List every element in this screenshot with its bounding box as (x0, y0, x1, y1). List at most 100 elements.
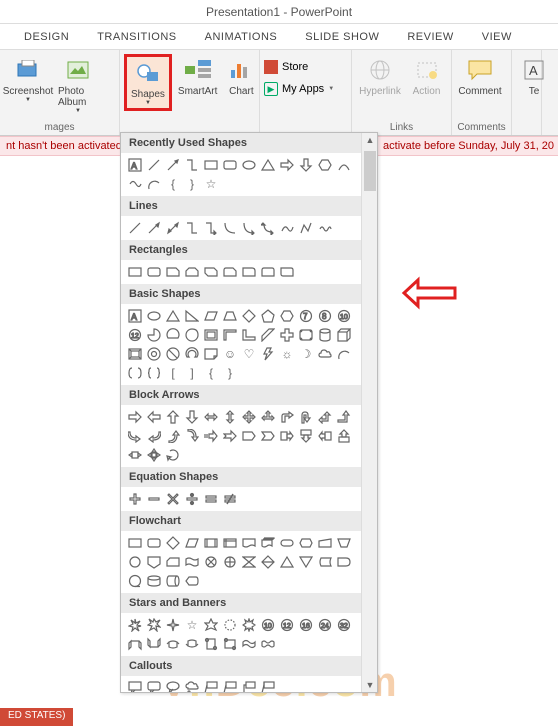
shape-right-triangle[interactable] (184, 308, 200, 324)
chart-button[interactable]: Chart (223, 54, 259, 99)
hyperlink-button[interactable]: Hyperlink (356, 54, 404, 99)
shape-rectangle[interactable] (203, 157, 219, 173)
photo-album-button[interactable]: Photo Album ▼ (54, 54, 102, 116)
shape-ribbon-down[interactable] (146, 636, 162, 652)
scroll-down-arrow-icon[interactable]: ▼ (364, 678, 376, 692)
tab-review[interactable]: REVIEW (393, 31, 467, 43)
shape-octagon[interactable]: 8 (317, 308, 333, 324)
shape-left-brace[interactable]: { (203, 365, 219, 381)
textbox-button[interactable]: A Te (516, 54, 552, 99)
shape-snip2-rect[interactable] (184, 264, 200, 280)
shape-star7[interactable] (222, 617, 238, 633)
shape-right-bracket[interactable]: ] (184, 365, 200, 381)
shape-elbow-arrow[interactable] (203, 220, 219, 236)
shape-oval[interactable] (241, 157, 257, 173)
shape-rounded-rect[interactable] (222, 157, 238, 173)
shape-striped-arrow[interactable] (203, 428, 219, 444)
shape-card[interactable] (165, 554, 181, 570)
shape-bevel[interactable] (127, 346, 143, 362)
shape-star5[interactable]: ☆ (184, 617, 200, 633)
shape-scribble-curve[interactable] (279, 220, 295, 236)
shape-star8[interactable] (241, 617, 257, 633)
shape-left-arrow[interactable] (146, 409, 162, 425)
shape-predefined[interactable] (203, 535, 219, 551)
shape-cube[interactable] (336, 327, 352, 343)
shape-double-arrow[interactable] (165, 220, 181, 236)
shape-line[interactable] (127, 220, 143, 236)
shape-cloud[interactable] (317, 346, 333, 362)
shape-multiply[interactable] (165, 491, 181, 507)
tab-view[interactable]: VIEW (468, 31, 526, 43)
shape-curved-connector[interactable] (222, 220, 238, 236)
shape-left-bracket[interactable]: [ (165, 365, 181, 381)
shape-explosion1[interactable] (127, 617, 143, 633)
shape-trapezoid[interactable] (222, 308, 238, 324)
shape-sun[interactable]: ☼ (279, 346, 295, 362)
shape-textbox[interactable]: A (127, 308, 143, 324)
shape-divide[interactable] (184, 491, 200, 507)
shape-left-right-arrow[interactable] (203, 409, 219, 425)
shape-star4[interactable] (165, 617, 181, 633)
shape-left-right-up-arrow[interactable] (260, 409, 276, 425)
shape-diamond[interactable] (241, 308, 257, 324)
shape-triangle[interactable] (165, 308, 181, 324)
shape-quad-callout-arrow[interactable] (146, 447, 162, 463)
shape-freeform-line[interactable] (298, 220, 314, 236)
shape-pentagon[interactable] (260, 308, 276, 324)
shape-arrow-line[interactable] (165, 157, 181, 173)
shape-double-brace[interactable] (146, 365, 162, 381)
shape-curved-up-arrow[interactable] (165, 428, 181, 444)
shape-donut[interactable] (146, 346, 162, 362)
shape-vertical-scroll[interactable] (203, 636, 219, 652)
shape-seq-storage[interactable] (127, 573, 143, 589)
shape-double-bracket[interactable] (127, 365, 143, 381)
shape-wave[interactable] (241, 636, 257, 652)
shape-brace-right[interactable]: } (184, 176, 200, 192)
shape-notched-arrow[interactable] (222, 428, 238, 444)
shape-left-callout-arrow[interactable] (317, 428, 333, 444)
shape-curve[interactable] (336, 157, 352, 173)
shape-smiley[interactable]: ☺ (222, 346, 238, 362)
shape-punched-tape[interactable] (184, 554, 200, 570)
shape-callout-line3[interactable] (241, 680, 257, 692)
shape-callout-line1[interactable] (203, 680, 219, 692)
shape-round-single-rect[interactable] (241, 264, 257, 280)
shape-circular-arrow[interactable] (165, 447, 181, 463)
shape-terminator[interactable] (279, 535, 295, 551)
shape-down-arrow[interactable] (184, 409, 200, 425)
shape-curved-ribbon-down[interactable] (184, 636, 200, 652)
shape-pie[interactable] (146, 327, 162, 343)
shape-curved-double[interactable] (260, 220, 276, 236)
shape-plus[interactable] (127, 491, 143, 507)
shape-curved-arrow[interactable] (241, 220, 257, 236)
shape-hexagon[interactable] (279, 308, 295, 324)
shape-or[interactable] (222, 554, 238, 570)
smartart-button[interactable]: SmartArt (174, 54, 221, 99)
shape-star32[interactable]: 32 (336, 617, 352, 633)
shape-display[interactable] (184, 573, 200, 589)
shape-data[interactable] (184, 535, 200, 551)
my-apps-button[interactable]: ▶ My Apps ▼ (264, 82, 334, 96)
shape-double-wave[interactable] (260, 636, 276, 652)
shape-alt-process[interactable] (146, 535, 162, 551)
shape-offpage-connector[interactable] (146, 554, 162, 570)
shape-cross[interactable] (279, 327, 295, 343)
shape-connector[interactable] (127, 554, 143, 570)
shape-hexagon[interactable] (317, 157, 333, 173)
shape-internal-storage[interactable] (222, 535, 238, 551)
shape-dodecagon[interactable]: 12 (127, 327, 143, 343)
shape-document[interactable] (241, 535, 257, 551)
shape-star12[interactable]: 12 (279, 617, 295, 633)
shape-elbow[interactable] (184, 220, 200, 236)
shape-rect[interactable] (127, 264, 143, 280)
shape-up-callout-arrow[interactable] (336, 428, 352, 444)
shape-parallelogram[interactable] (203, 308, 219, 324)
shape-brace-left[interactable]: { (165, 176, 181, 192)
shape-block-arc[interactable] (184, 346, 200, 362)
shape-chord[interactable] (165, 327, 181, 343)
shape-snip-round-rect[interactable] (222, 264, 238, 280)
shape-line-arrow[interactable] (146, 220, 162, 236)
shape-magnetic-disk[interactable] (146, 573, 162, 589)
shape-up-arrow[interactable] (165, 409, 181, 425)
shape-oval[interactable] (146, 308, 162, 324)
